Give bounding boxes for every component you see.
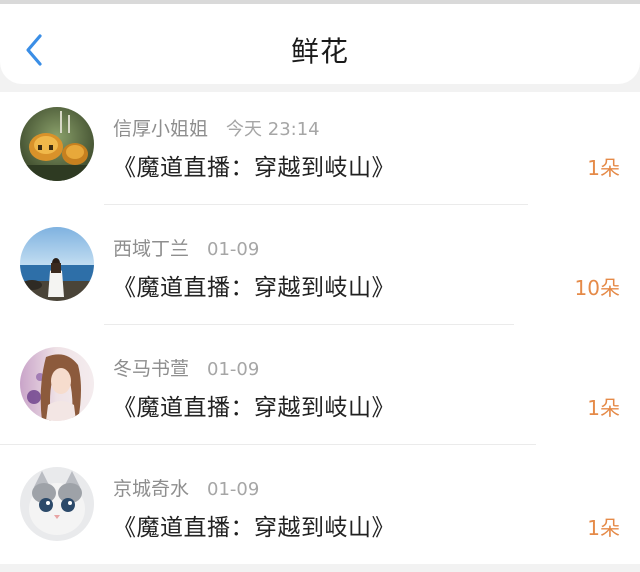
nav-header: 鲜花 — [0, 4, 640, 84]
timestamp: 01-09 — [207, 479, 260, 500]
avatar[interactable] — [20, 347, 94, 421]
book-title: 《魔道直播：穿越到岐山》 — [113, 275, 395, 301]
divider — [0, 444, 536, 445]
page-title: 鲜花 — [290, 35, 349, 68]
book-title: 《魔道直播：穿越到岐山》 — [113, 155, 395, 181]
flower-count: 1朵 — [587, 516, 620, 540]
list-item[interactable]: 西域丁兰 01-09 《魔道直播：穿越到岐山》 10朵 — [0, 212, 640, 332]
sender-line: 京城奇水 01-09 — [113, 474, 259, 501]
timestamp: 今天 23:14 — [226, 119, 320, 140]
sender-line: 信厚小姐姐 今天 23:14 — [113, 114, 320, 141]
timestamp: 01-09 — [207, 239, 260, 260]
list-item[interactable]: 信厚小姐姐 今天 23:14 《魔道直播：穿越到岐山》 1朵 — [0, 92, 640, 212]
divider — [104, 204, 528, 205]
divider — [104, 324, 514, 325]
sender-name: 西域丁兰 — [113, 238, 190, 260]
flower-count: 1朵 — [587, 396, 620, 420]
avatar[interactable] — [20, 227, 94, 301]
list-item[interactable]: 京城奇水 01-09 《魔道直播：穿越到岐山》 1朵 — [0, 452, 640, 572]
book-title: 《魔道直播：穿越到岐山》 — [113, 515, 395, 541]
timestamp: 01-09 — [207, 359, 260, 380]
book-title: 《魔道直播：穿越到岐山》 — [113, 395, 395, 421]
sender-name: 冬马书萱 — [113, 358, 190, 380]
list-item[interactable]: 冬马书萱 01-09 《魔道直播：穿越到岐山》 1朵 — [0, 332, 640, 452]
flower-count: 1朵 — [587, 156, 620, 180]
avatar[interactable] — [20, 467, 94, 541]
flower-list: 信厚小姐姐 今天 23:14 《魔道直播：穿越到岐山》 1朵 西域丁兰 01-0… — [0, 92, 640, 564]
sender-line: 西域丁兰 01-09 — [113, 234, 259, 261]
avatar[interactable] — [20, 107, 94, 181]
flower-count: 10朵 — [574, 276, 620, 300]
sender-name: 信厚小姐姐 — [113, 118, 209, 140]
sender-name: 京城奇水 — [113, 478, 190, 500]
sender-line: 冬马书萱 01-09 — [113, 354, 259, 381]
